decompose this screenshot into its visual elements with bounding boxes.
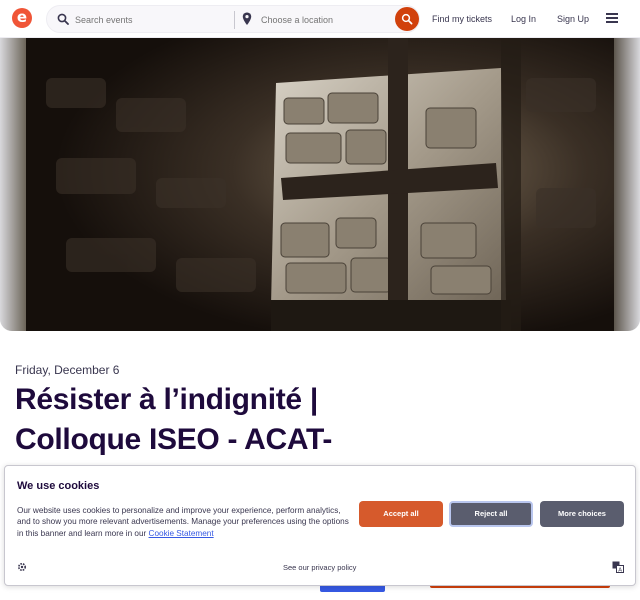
- accept-all-button[interactable]: Accept all: [359, 501, 443, 527]
- cookie-statement-link[interactable]: Cookie Statement: [149, 529, 214, 538]
- location-pin-icon: [242, 12, 252, 25]
- search-divider: [234, 11, 235, 29]
- hero-blur-left: [0, 38, 26, 331]
- translate-icon[interactable]: A: [612, 561, 624, 573]
- reject-all-button[interactable]: Reject all: [449, 501, 533, 527]
- dungeon-window-image: [26, 38, 614, 331]
- hero-blur-right: [614, 38, 640, 331]
- search-icon: [57, 13, 69, 25]
- gear-icon[interactable]: [17, 562, 27, 572]
- signup-link[interactable]: Sign Up: [557, 14, 589, 24]
- find-my-tickets-link[interactable]: Find my tickets: [432, 14, 492, 24]
- event-title-line2: Colloque ISEO - ACAT-: [15, 423, 333, 456]
- login-link[interactable]: Log In: [511, 14, 536, 24]
- hamburger-menu-icon[interactable]: [606, 13, 618, 23]
- location-input[interactable]: [261, 12, 391, 28]
- search-bar: [46, 5, 420, 33]
- search-events-input[interactable]: [75, 12, 225, 28]
- cookie-banner: We use cookies Our website uses cookies …: [4, 465, 636, 586]
- cookie-banner-text: Our website uses cookies to personalize …: [17, 505, 349, 539]
- search-button-icon: [401, 13, 413, 25]
- cookie-banner-title: We use cookies: [17, 480, 100, 492]
- event-title: Résister à l’indignité | Colloque ISEO -…: [15, 380, 625, 460]
- event-title-line1: Résister à l’indignité |: [15, 383, 318, 416]
- svg-text:A: A: [618, 568, 622, 573]
- event-hero-image: [26, 38, 614, 331]
- eventbrite-logo-icon[interactable]: e: [12, 8, 32, 28]
- more-choices-button[interactable]: More choices: [540, 501, 624, 527]
- event-date: Friday, December 6: [15, 363, 120, 377]
- top-nav: e Find my tickets Log In Sign Up: [0, 0, 640, 38]
- privacy-policy-link[interactable]: See our privacy policy: [283, 563, 356, 572]
- search-button[interactable]: [395, 7, 419, 31]
- hero-banner: [0, 38, 640, 331]
